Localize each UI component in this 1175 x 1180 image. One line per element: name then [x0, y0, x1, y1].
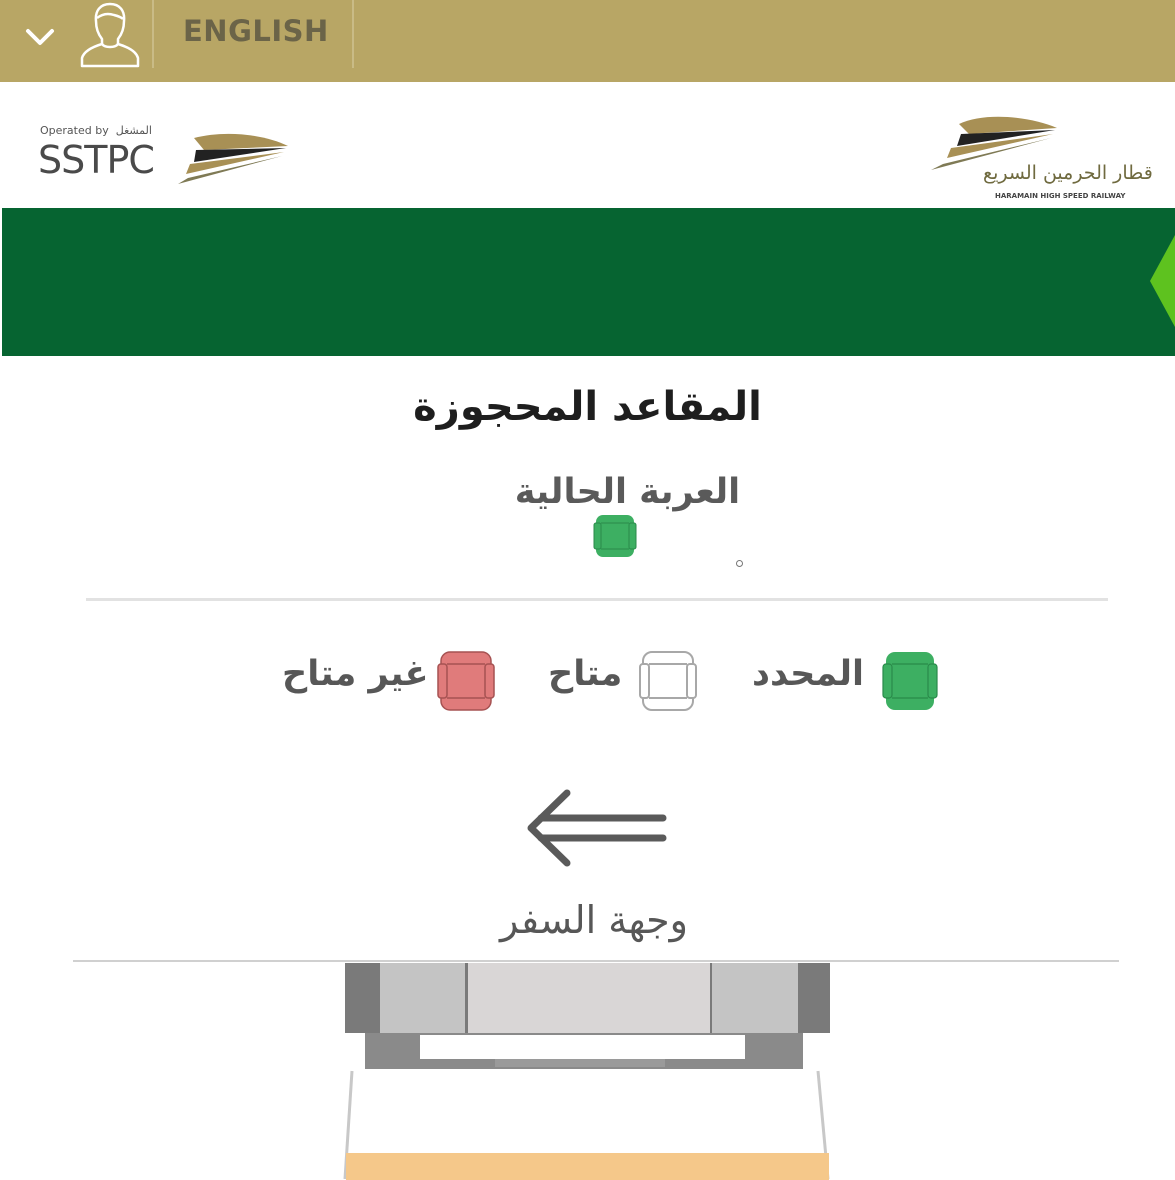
- operated-by-label: Operated by المشغل: [40, 124, 152, 137]
- legend-unavailable-label: غير متاح: [282, 654, 429, 694]
- sstpc-logo[interactable]: Operated by المشغل SSTPC: [38, 124, 298, 190]
- railway-name-english: HARAMAIN HIGH SPEED RAILWAY: [995, 192, 1126, 200]
- legend-available-label: متاح: [548, 654, 623, 694]
- seat-available-icon: [639, 651, 697, 711]
- direction-arrow-icon: [527, 789, 667, 867]
- railway-name-arabic: قطار الحرمين السريع: [983, 162, 1153, 184]
- train-emblem-icon: [178, 133, 288, 184]
- green-banner: [2, 208, 1175, 356]
- chevron-down-icon[interactable]: [22, 22, 58, 52]
- banner-arrow-tab[interactable]: [1150, 235, 1175, 327]
- legend-unavailable: غير متاح: [282, 648, 502, 714]
- divider: [73, 960, 1119, 962]
- user-icon[interactable]: [78, 0, 142, 70]
- haramain-logo[interactable]: قطار الحرمين السريع HARAMAIN HIGH SPEED …: [925, 110, 1165, 206]
- current-coach-label: العربة الحالية: [514, 472, 741, 512]
- legend-available: متاح: [548, 648, 708, 714]
- sstpc-wordmark: SSTPC: [38, 138, 155, 182]
- legend-selected: المحدد: [752, 648, 942, 714]
- top-bar: ENGLISH: [0, 0, 1175, 82]
- seat-selected-icon: [882, 652, 938, 710]
- topbar-separator: [352, 0, 354, 68]
- current-coach-seat-icon: [593, 515, 637, 557]
- legend-selected-label: المحدد: [752, 654, 865, 694]
- language-toggle[interactable]: ENGLISH: [183, 14, 329, 48]
- travel-direction-label: وجهة السفر: [499, 898, 689, 942]
- seat-unavailable-icon: [437, 651, 495, 711]
- reserved-seats-title: المقاعد المحجوزة: [413, 384, 762, 430]
- train-coach-illustration: [343, 963, 830, 1180]
- topbar-separator: [152, 0, 154, 68]
- logo-band: Operated by المشغل SSTPC قطار الحرمين ال…: [0, 82, 1175, 208]
- divider: [86, 598, 1108, 601]
- small-dot: [736, 560, 743, 567]
